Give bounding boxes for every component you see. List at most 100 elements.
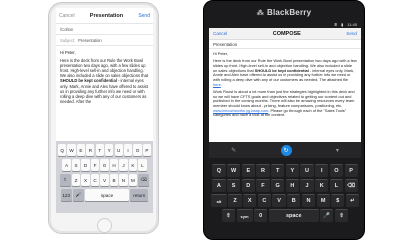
key-e[interactable]: E bbox=[241, 164, 255, 177]
key-l[interactable]: L bbox=[138, 159, 147, 171]
key-t[interactable]: T bbox=[95, 144, 104, 156]
key-f[interactable]: F bbox=[90, 159, 100, 171]
key-y[interactable]: Y bbox=[285, 164, 299, 177]
signal-icon: Ⅲ bbox=[334, 22, 338, 27]
key-q[interactable]: Q bbox=[57, 144, 67, 156]
key-space[interactable]: space bbox=[268, 209, 319, 222]
key-e[interactable]: E bbox=[76, 144, 86, 156]
key-w[interactable]: W bbox=[67, 144, 76, 156]
key-c[interactable]: C bbox=[90, 174, 100, 186]
key-return[interactable]: return bbox=[130, 189, 149, 201]
key--key[interactable]: ⌫ bbox=[138, 174, 150, 186]
key-s[interactable]: S bbox=[71, 159, 81, 171]
subject-value: Presentation bbox=[78, 37, 102, 43]
key-d[interactable]: D bbox=[81, 159, 90, 171]
key-h[interactable]: H bbox=[109, 159, 119, 171]
battery-icon: ▮ bbox=[341, 22, 344, 27]
key-y[interactable]: Y bbox=[105, 144, 114, 156]
key-u[interactable]: U bbox=[114, 144, 123, 156]
key-a[interactable]: A bbox=[62, 159, 71, 171]
key-alt[interactable]: alt bbox=[210, 194, 227, 207]
status-bar: Ⅲ ▮ 11:45 bbox=[209, 21, 361, 28]
key--key[interactable]: $ bbox=[331, 194, 345, 207]
key-i[interactable]: I bbox=[315, 164, 329, 177]
compose-nav-bar: Cancel COMPOSE Send bbox=[209, 28, 361, 40]
key-j[interactable]: J bbox=[119, 159, 128, 171]
iphone-keyboard: QWERTYUIOP ASDFGHJKL ⇧ Z X C V B N M ⌫ 123 🎤 space… bbox=[56, 141, 153, 213]
key--key[interactable]: ⇧ bbox=[334, 209, 349, 222]
subject-field[interactable]: Presentation bbox=[209, 40, 361, 49]
message-body[interactable]: Hi Peter, Here is the deck from our Rule… bbox=[209, 49, 361, 142]
cc-field[interactable]: /Colton bbox=[56, 24, 153, 35]
cancel-button[interactable]: Cancel bbox=[59, 13, 75, 19]
key-r[interactable]: R bbox=[256, 164, 270, 177]
key-z[interactable]: Z bbox=[71, 174, 81, 186]
key-i[interactable]: I bbox=[123, 144, 133, 156]
chevron-down-icon[interactable]: ▾ bbox=[336, 147, 339, 154]
send-button[interactable]: Send bbox=[346, 31, 357, 36]
key-k[interactable]: K bbox=[128, 159, 138, 171]
greeting: Hi Peter, bbox=[213, 51, 228, 56]
key-g[interactable]: G bbox=[100, 159, 109, 171]
cancel-button[interactable]: Cancel bbox=[213, 31, 227, 36]
key-d[interactable]: D bbox=[241, 179, 255, 192]
key-m[interactable]: M bbox=[316, 194, 330, 207]
iphone-device: Cancel Presentation Send /Colton Subject… bbox=[48, 2, 159, 234]
key-p[interactable]: P bbox=[344, 164, 358, 177]
key-b[interactable]: B bbox=[109, 174, 119, 186]
key-j[interactable]: J bbox=[300, 179, 314, 192]
send-button[interactable]: Send bbox=[138, 13, 150, 19]
clock: 11:45 bbox=[347, 22, 357, 27]
key-o[interactable]: O bbox=[329, 164, 343, 177]
keyboard-row: ASDFGHJKL bbox=[58, 159, 151, 171]
key-z[interactable]: Z bbox=[228, 194, 242, 207]
key-h[interactable]: H bbox=[285, 179, 299, 192]
key-f[interactable]: F bbox=[256, 179, 270, 192]
subject-field[interactable]: Subject: Presentation bbox=[56, 35, 153, 46]
key-o[interactable]: O bbox=[133, 144, 142, 156]
pencil-icon[interactable]: ✎ bbox=[231, 147, 236, 154]
message-body[interactable]: Hi Peter, Here is the deck from our Rule… bbox=[56, 46, 153, 132]
refresh-icon[interactable]: ↻ bbox=[280, 144, 292, 156]
blackberry-logo-icon: ⁂ bbox=[256, 10, 264, 17]
key-n[interactable]: N bbox=[301, 194, 316, 207]
key-m[interactable]: M bbox=[128, 174, 138, 186]
key-g[interactable]: G bbox=[271, 179, 285, 192]
key-n[interactable]: N bbox=[119, 174, 128, 186]
key-q[interactable]: Q bbox=[212, 164, 226, 177]
key-0[interactable]: 0 bbox=[254, 209, 268, 222]
keyboard-row: QWERTYUIOP bbox=[57, 144, 152, 156]
key-s[interactable]: S bbox=[227, 179, 241, 192]
key--key[interactable]: ⌫ bbox=[344, 179, 358, 192]
body-paragraph: Here is the deck from our Rule the Work … bbox=[213, 58, 357, 87]
key--key[interactable]: 🎤 bbox=[320, 209, 334, 222]
key-t[interactable]: T bbox=[271, 164, 285, 177]
key-r[interactable]: R bbox=[86, 144, 95, 156]
key-sym[interactable]: sym bbox=[236, 209, 253, 222]
key-123[interactable]: 123 bbox=[60, 189, 72, 201]
key-x[interactable]: X bbox=[81, 174, 90, 186]
key-b[interactable]: B bbox=[287, 194, 301, 207]
key--key[interactable]: ⇧ bbox=[221, 209, 236, 222]
key-k[interactable]: K bbox=[315, 179, 329, 192]
key--key[interactable]: ⇧ bbox=[59, 174, 71, 186]
key-v[interactable]: V bbox=[100, 174, 109, 186]
inline-link[interactable]: here bbox=[213, 82, 221, 87]
key-space[interactable]: space bbox=[85, 189, 130, 201]
key-u[interactable]: U bbox=[300, 164, 314, 177]
key--key[interactable]: 🎤 bbox=[72, 189, 84, 201]
key-a[interactable]: A bbox=[212, 179, 226, 192]
iphone-nav-bar: Cancel Presentation Send bbox=[56, 8, 153, 24]
key--key[interactable]: ↵ bbox=[345, 194, 360, 207]
key-c[interactable]: C bbox=[257, 194, 271, 207]
home-button[interactable] bbox=[97, 218, 112, 233]
blackberry-screen: Ⅲ ▮ 11:45 Cancel COMPOSE Send Presentati… bbox=[209, 21, 361, 158]
key-w[interactable]: W bbox=[227, 164, 241, 177]
body-paragraph: Here is the deck from our Rule the Work … bbox=[60, 58, 148, 104]
key-p[interactable]: P bbox=[142, 144, 152, 156]
key-v[interactable]: V bbox=[272, 194, 286, 207]
key-l[interactable]: L bbox=[329, 179, 343, 192]
subject-label: Subject: bbox=[60, 37, 76, 43]
compose-title: COMPOSE bbox=[272, 30, 301, 37]
key-x[interactable]: X bbox=[243, 194, 257, 207]
